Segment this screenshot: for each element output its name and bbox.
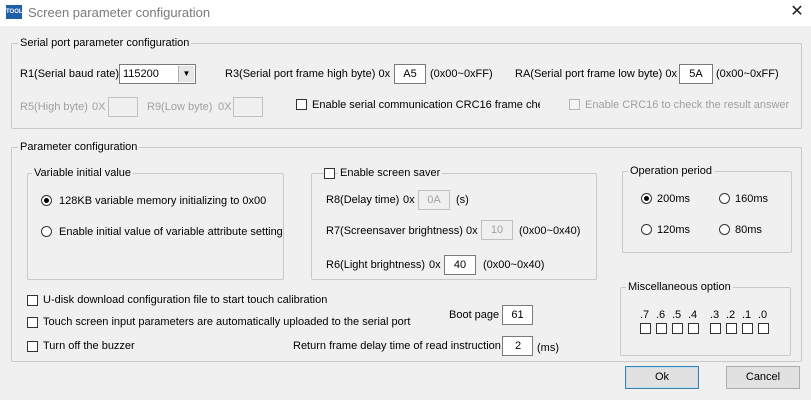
bit-1-label: .1 xyxy=(742,309,752,321)
ra-label: RA(Serial port frame low byte) 0x xyxy=(515,68,677,80)
crc-checkbox[interactable] xyxy=(296,99,307,110)
delay-input[interactable]: 2 xyxy=(502,336,533,356)
baud-rate-select[interactable]: 115200 ▼ xyxy=(119,64,196,84)
delay-label: Return frame delay time of read instruct… xyxy=(293,340,501,352)
period-200ms-radio[interactable] xyxy=(641,193,652,204)
bit-4-label: .4 xyxy=(688,309,698,321)
buzzer-label[interactable]: Turn off the buzzer xyxy=(43,339,135,353)
boot-page-label: Boot page xyxy=(449,309,500,321)
baud-rate-value: 115200 xyxy=(123,68,159,80)
r8-prefix: 0x xyxy=(403,194,415,206)
delay-unit: (ms) xyxy=(537,342,559,354)
close-icon[interactable]: ✕ xyxy=(786,2,808,22)
r8-label: R8(Delay time) xyxy=(326,194,400,206)
period-120ms-label[interactable]: 120ms xyxy=(657,223,690,237)
variable-option2-label[interactable]: Enable initial value of variable attribu… xyxy=(59,225,283,239)
r5-label: R5(High byte) xyxy=(20,101,88,113)
r3-label: R3(Serial port frame high byte) 0x xyxy=(225,68,391,80)
r9-prefix: 0X xyxy=(218,101,232,113)
bit-0-label: .0 xyxy=(758,309,768,321)
r1-label: R1(Serial baud rate) xyxy=(20,68,120,80)
r7-range: (0x00~0x40) xyxy=(519,225,581,237)
variable-group-legend: Variable initial value xyxy=(32,167,134,180)
radio-dot xyxy=(44,198,49,203)
period-160ms-radio[interactable] xyxy=(719,193,730,204)
touch-upload-checkbox[interactable] xyxy=(27,317,38,328)
bit-6-checkbox[interactable] xyxy=(656,323,667,334)
variable-option2-radio[interactable] xyxy=(41,226,52,237)
r9-input[interactable] xyxy=(233,97,263,117)
operation-period-legend: Operation period xyxy=(628,165,714,178)
misc-option-legend: Miscellaneous option xyxy=(626,281,733,294)
r6-range: (0x00~0x40) xyxy=(483,259,545,271)
app-tool-icon: TOOL xyxy=(6,5,23,19)
r8-input[interactable]: 0A xyxy=(418,190,450,210)
bit-6-label: .6 xyxy=(656,309,666,321)
bit-7-checkbox[interactable] xyxy=(640,323,651,334)
boot-page-input[interactable]: 61 xyxy=(502,305,533,325)
bit-0-checkbox[interactable] xyxy=(758,323,769,334)
ra-range: (0x00~0xFF) xyxy=(716,68,779,80)
r6-label: R6(Light brightness) xyxy=(326,259,426,271)
r5-prefix: 0X xyxy=(92,101,106,113)
bit-7-label: .7 xyxy=(640,309,650,321)
r6-input[interactable]: 40 xyxy=(444,255,476,275)
ok-button[interactable]: Ok xyxy=(625,366,699,389)
bit-5-checkbox[interactable] xyxy=(672,323,683,334)
r5-input[interactable] xyxy=(108,97,138,117)
buzzer-checkbox[interactable] xyxy=(27,341,38,352)
udisk-label[interactable]: U-disk download configuration file to st… xyxy=(43,293,327,307)
serial-port-group-legend: Serial port parameter configuration xyxy=(18,37,192,50)
misc-option-group xyxy=(620,287,791,356)
ra-input[interactable]: 5A xyxy=(679,64,713,84)
period-120ms-radio[interactable] xyxy=(641,224,652,235)
screen-saver-checkbox[interactable] xyxy=(324,168,335,179)
crc-answer-checkbox[interactable] xyxy=(569,99,580,110)
r8-unit: (s) xyxy=(456,194,469,206)
parameter-group-legend: Parameter configuration xyxy=(18,141,140,154)
period-80ms-label[interactable]: 80ms xyxy=(735,223,762,237)
bit-5-label: .5 xyxy=(672,309,682,321)
bit-2-checkbox[interactable] xyxy=(726,323,737,334)
chevron-down-icon[interactable]: ▼ xyxy=(178,66,194,82)
variable-option1-radio[interactable] xyxy=(41,195,52,206)
period-80ms-radio[interactable] xyxy=(719,224,730,235)
bit-3-label: .3 xyxy=(710,309,720,321)
r9-label: R9(Low byte) xyxy=(147,101,213,113)
operation-period-group xyxy=(622,171,792,253)
bit-1-checkbox[interactable] xyxy=(742,323,753,334)
title-bar[interactable]: TOOL Screen parameter configuration ✕ xyxy=(0,0,811,26)
crc-answer-label[interactable]: Enable CRC16 to check the result answer xyxy=(585,98,789,112)
screen-saver-label[interactable]: Enable screen saver xyxy=(338,167,443,180)
window-title: Screen parameter configuration xyxy=(28,5,211,20)
cancel-button[interactable]: Cancel xyxy=(726,366,800,389)
r7-input[interactable]: 10 xyxy=(481,220,513,240)
r7-prefix: 0x xyxy=(466,225,478,237)
touch-upload-label[interactable]: Touch screen input parameters are automa… xyxy=(43,315,411,329)
crc-label[interactable]: Enable serial communication CRC16 frame … xyxy=(312,98,540,112)
variable-option1-label[interactable]: 128KB variable memory initializing to 0x… xyxy=(59,194,266,208)
radio-dot xyxy=(644,196,649,201)
bit-2-label: .2 xyxy=(726,309,736,321)
udisk-checkbox[interactable] xyxy=(27,295,38,306)
bit-3-checkbox[interactable] xyxy=(710,323,721,334)
r6-prefix: 0x xyxy=(429,259,441,271)
period-160ms-label[interactable]: 160ms xyxy=(735,192,768,206)
period-200ms-label[interactable]: 200ms xyxy=(657,192,690,206)
r3-input[interactable]: A5 xyxy=(394,64,426,84)
r7-label: R7(Screensaver brightness) xyxy=(326,225,463,237)
r3-range: (0x00~0xFF) xyxy=(430,68,493,80)
bit-4-checkbox[interactable] xyxy=(688,323,699,334)
